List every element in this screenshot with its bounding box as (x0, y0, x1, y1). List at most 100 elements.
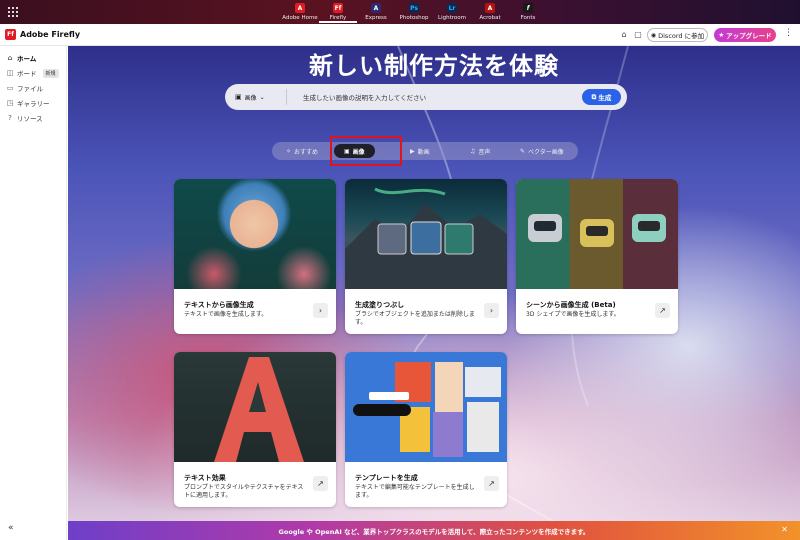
acrobat-icon: A (485, 3, 495, 13)
card-image (174, 179, 336, 289)
chevron-right-icon[interactable]: › (313, 303, 328, 318)
card-description: ブラシでオブジェクトを追加または削除します。 (355, 311, 475, 326)
generate-button[interactable]: ⧉ 生成 (582, 89, 621, 105)
sidebar-item-files[interactable]: ▭ ファイル (6, 82, 43, 94)
card-title: シーンから画像生成 (Beta) (526, 301, 616, 309)
tab-label: 音声 (478, 148, 491, 156)
card-description: プロンプトでスタイルやテクスチャをテキストに適用します。 (184, 484, 304, 499)
sidebar-item-label: ファイル (17, 85, 43, 93)
star-icon: ★ (718, 31, 725, 39)
discord-label: Discord に参加 (658, 32, 705, 40)
photoshop-icon: Ps (409, 3, 419, 13)
brand-name[interactable]: Adobe Firefly (20, 30, 80, 39)
open-external-icon[interactable]: ↗ (313, 476, 328, 491)
card-title: テキスト効果 (184, 474, 226, 482)
furry-letter-a-icon (214, 357, 304, 462)
more-options-icon[interactable]: ⋮ (784, 28, 793, 38)
sidebar-item-label: ボード (17, 70, 37, 78)
app-switcher-bar: A Adobe Home Ff Firefly A Express Ps Pho… (0, 0, 800, 24)
new-badge: 新規 (42, 68, 59, 78)
express-icon: A (371, 3, 381, 13)
chevron-right-icon[interactable]: › (484, 303, 499, 318)
sidebar-item-label: リソース (17, 115, 43, 123)
open-external-icon[interactable]: ↗ (484, 476, 499, 491)
card-image (516, 179, 678, 289)
generate-label: 生成 (598, 94, 612, 102)
board-icon: ◫ (6, 69, 14, 77)
banner-link[interactable]: Google や OpenAI など、業界トップクラスのモデルを活用して、際立っ… (68, 526, 800, 536)
tab-video[interactable]: ▶ 動画 (410, 144, 430, 158)
card-description: 3D シェイプで画像を生成します。 (526, 311, 620, 318)
upgrade-label: アップグレード (726, 32, 772, 40)
sidebar-item-board[interactable]: ◫ ボード 新規 (6, 67, 59, 79)
card-description: テキストで画像を生成します。 (184, 311, 268, 318)
firefly-logo-icon[interactable]: Ff (5, 29, 16, 40)
home-icon: ⌂ (7, 54, 13, 62)
tab-audio[interactable]: ♫ 音声 (470, 144, 490, 158)
templates-collage (353, 362, 501, 457)
card-image (345, 179, 507, 289)
vector-icon: ✎ (520, 147, 526, 155)
app-fonts[interactable]: f Fonts (509, 1, 547, 23)
sidebar: ⌂ ホーム ◫ ボード 新規 ▭ ファイル ◳ ギャラリー ? リソース (0, 46, 67, 540)
tab-label: 動画 (417, 148, 430, 156)
card-title: テンプレートを生成 (355, 474, 418, 482)
help-icon: ? (8, 114, 12, 122)
main-content: 新しい制作方法を体験 ▣ 画像 ⌄ 生成したい画像の説明を入力してください ⧉ … (68, 46, 800, 540)
app-express[interactable]: A Express (357, 1, 395, 23)
mountain-scene-icon (345, 187, 507, 289)
app-lightroom[interactable]: Lr Lightroom (433, 1, 471, 23)
adobe-icon: A (295, 3, 305, 13)
upgrade-button[interactable]: ★ アップグレード (714, 28, 776, 42)
card-text-to-image[interactable]: テキストから画像生成 テキストで画像を生成します。 › (174, 179, 336, 334)
tab-vector[interactable]: ✎ ベクター画像 (520, 144, 564, 158)
open-external-icon[interactable]: ↗ (655, 303, 670, 318)
generate-icon: ⧉ (591, 92, 597, 101)
chat-icon[interactable]: ▢ (633, 30, 643, 40)
card-description: テキストで編集可能なテンプレートを生成します。 (355, 484, 475, 499)
sidebar-item-label: ギャラリー (17, 100, 50, 108)
app-acrobat[interactable]: A Acrobat (471, 1, 509, 23)
audio-icon: ♫ (470, 147, 476, 155)
chevron-down-icon: ⌄ (259, 93, 265, 101)
prompt-bar: ▣ 画像 ⌄ 生成したい画像の説明を入力してください ⧉ 生成 (225, 84, 627, 110)
app-list: A Adobe Home Ff Firefly A Express Ps Pho… (281, 1, 547, 23)
gallery-icon: ◳ (6, 99, 14, 107)
firefly-icon: Ff (333, 3, 343, 13)
prompt-input[interactable]: 生成したい画像の説明を入力してください (303, 92, 426, 102)
collapse-sidebar-icon[interactable]: « (8, 523, 14, 533)
sidebar-item-resources[interactable]: ? リソース (6, 112, 43, 124)
card-text-effects[interactable]: テキスト効果 プロンプトでスタイルやテクスチャをテキストに適用します。 ↗ (174, 352, 336, 507)
folder-icon: ▭ (6, 84, 14, 92)
app-grid-icon[interactable] (8, 7, 18, 17)
promo-banner: Google や OpenAI など、業界トップクラスのモデルを活用して、際立っ… (68, 521, 800, 540)
close-icon[interactable]: ✕ (781, 525, 788, 534)
card-title: テキストから画像生成 (184, 301, 254, 309)
lightroom-icon: Lr (447, 3, 457, 13)
tab-label: おすすめ (294, 148, 319, 156)
hero-title: 新しい制作方法を体験 (309, 52, 559, 80)
sidebar-item-home[interactable]: ⌂ ホーム (6, 52, 36, 64)
category-tabs: ✧ おすすめ ▣ 画像 ▶ 動画 ♫ 音声 ✎ ベクター画像 (272, 142, 578, 160)
gift-icon[interactable]: ⌂ (619, 30, 629, 40)
app-photoshop[interactable]: Ps Photoshop (395, 1, 433, 23)
app-adobe-home[interactable]: A Adobe Home (281, 1, 319, 23)
content-type-select[interactable]: ▣ 画像 ⌄ (231, 89, 287, 105)
card-image (345, 352, 507, 462)
robots-illustration (528, 214, 666, 247)
sidebar-item-gallery[interactable]: ◳ ギャラリー (6, 97, 50, 109)
discord-button[interactable]: ◉ Discord に参加 (647, 28, 708, 42)
highlight-box (330, 136, 402, 166)
card-title: 生成塗りつぶし (355, 301, 405, 309)
card-generative-fill[interactable]: 生成塗りつぶし ブラシでオブジェクトを追加または削除します。 › (345, 179, 507, 334)
sparkle-icon: ✧ (286, 147, 292, 155)
card-generate-template[interactable]: テンプレートを生成 テキストで編集可能なテンプレートを生成します。 ↗ (345, 352, 507, 507)
image-icon: ▣ (235, 93, 242, 101)
tab-recommended[interactable]: ✧ おすすめ (286, 144, 318, 158)
sidebar-item-label: ホーム (17, 55, 37, 63)
video-icon: ▶ (410, 147, 415, 155)
fonts-icon: f (523, 3, 533, 13)
card-scene-to-image[interactable]: シーンから画像生成 (Beta) 3D シェイプで画像を生成します。 ↗ (516, 179, 678, 334)
app-firefly[interactable]: Ff Firefly (319, 1, 357, 23)
tab-label: ベクター画像 (528, 148, 564, 156)
